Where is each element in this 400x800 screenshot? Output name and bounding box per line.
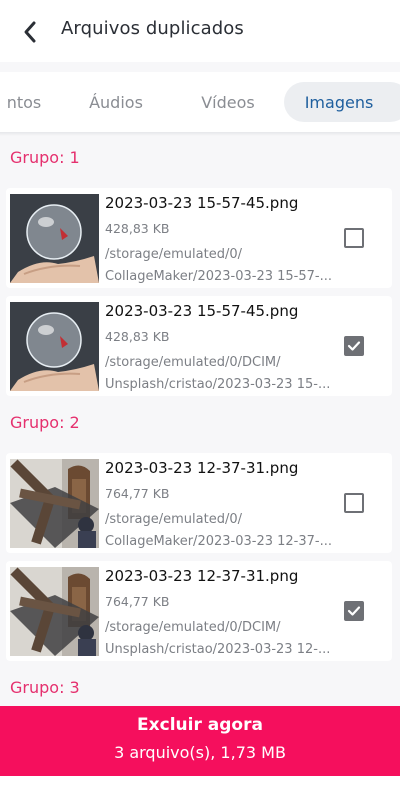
- file-path: /storage/emulated/0/ CollageMaker/2023-0…: [105, 509, 337, 553]
- file-size: 764,77 KB: [105, 594, 170, 609]
- file-path: /storage/emulated/0/DCIM/ Unsplash/crist…: [105, 617, 337, 661]
- page-title: Arquivos duplicados: [61, 18, 244, 39]
- category-tabs: ntos Áudios Vídeos Imagens: [0, 72, 400, 132]
- app-header: Arquivos duplicados: [0, 0, 400, 62]
- bottom-strip: [0, 776, 400, 800]
- file-size: 428,83 KB: [105, 221, 170, 236]
- group-title: Grupo: 2: [10, 413, 80, 432]
- crystal-ball-hand-image: [10, 194, 99, 283]
- file-path-line: /storage/emulated/0/: [105, 247, 243, 262]
- select-checkbox[interactable]: [344, 493, 364, 513]
- file-name: 2023-03-23 12-37-31.png: [105, 567, 299, 585]
- file-path-line: CollageMaker/2023-03-23 15-57-...: [105, 269, 332, 284]
- tab-videos[interactable]: Vídeos: [190, 82, 266, 122]
- list-item[interactable]: 2023-03-23 15-57-45.png 428,83 KB /stora…: [6, 296, 392, 396]
- crystal-ball-hand-image: [10, 302, 99, 391]
- file-size: 764,77 KB: [105, 486, 170, 501]
- tab-images[interactable]: Imagens: [284, 82, 400, 122]
- tab-documents[interactable]: ntos: [0, 82, 54, 122]
- file-name: 2023-03-23 15-57-45.png: [105, 302, 299, 320]
- select-checkbox[interactable]: [344, 228, 364, 248]
- delete-now-label: Excluir agora: [137, 715, 263, 735]
- file-path-line: /storage/emulated/0/DCIM/: [105, 355, 281, 370]
- file-name: 2023-03-23 15-57-45.png: [105, 194, 299, 212]
- group-title: Grupo: 1: [10, 148, 80, 167]
- file-size: 428,83 KB: [105, 329, 170, 344]
- file-path: /storage/emulated/0/ CollageMaker/2023-0…: [105, 244, 337, 288]
- file-path-line: Unsplash/cristao/2023-03-23 12-...: [105, 642, 331, 657]
- wooden-cross-image: [10, 567, 99, 656]
- file-path-line: /storage/emulated/0/: [105, 512, 243, 527]
- checkmark-icon: [347, 341, 361, 351]
- wooden-cross-image: [10, 459, 99, 548]
- file-path-line: Unsplash/cristao/2023-03-23 15-...: [105, 377, 331, 392]
- delete-now-button[interactable]: Excluir agora 3 arquivo(s), 1,73 MB: [0, 706, 400, 776]
- chevron-left-icon: [24, 21, 36, 43]
- file-name: 2023-03-23 12-37-31.png: [105, 459, 299, 477]
- group-title: Grupo: 3: [10, 678, 80, 697]
- tabs-divider: [0, 132, 400, 136]
- file-path-line: CollageMaker/2023-03-23 12-37-...: [105, 534, 332, 549]
- list-item[interactable]: 2023-03-23 15-57-45.png 428,83 KB /stora…: [6, 188, 392, 288]
- selection-summary: 3 arquivo(s), 1,73 MB: [114, 743, 286, 762]
- select-checkbox[interactable]: [344, 336, 364, 356]
- back-button[interactable]: [14, 16, 46, 48]
- file-path: /storage/emulated/0/DCIM/ Unsplash/crist…: [105, 352, 337, 396]
- tab-audios[interactable]: Áudios: [78, 82, 154, 122]
- checkmark-icon: [347, 606, 361, 616]
- select-checkbox[interactable]: [344, 601, 364, 621]
- file-path-line: /storage/emulated/0/DCIM/: [105, 620, 281, 635]
- list-item[interactable]: 2023-03-23 12-37-31.png 764,77 KB /stora…: [6, 561, 392, 661]
- list-item[interactable]: 2023-03-23 12-37-31.png 764,77 KB /stora…: [6, 453, 392, 553]
